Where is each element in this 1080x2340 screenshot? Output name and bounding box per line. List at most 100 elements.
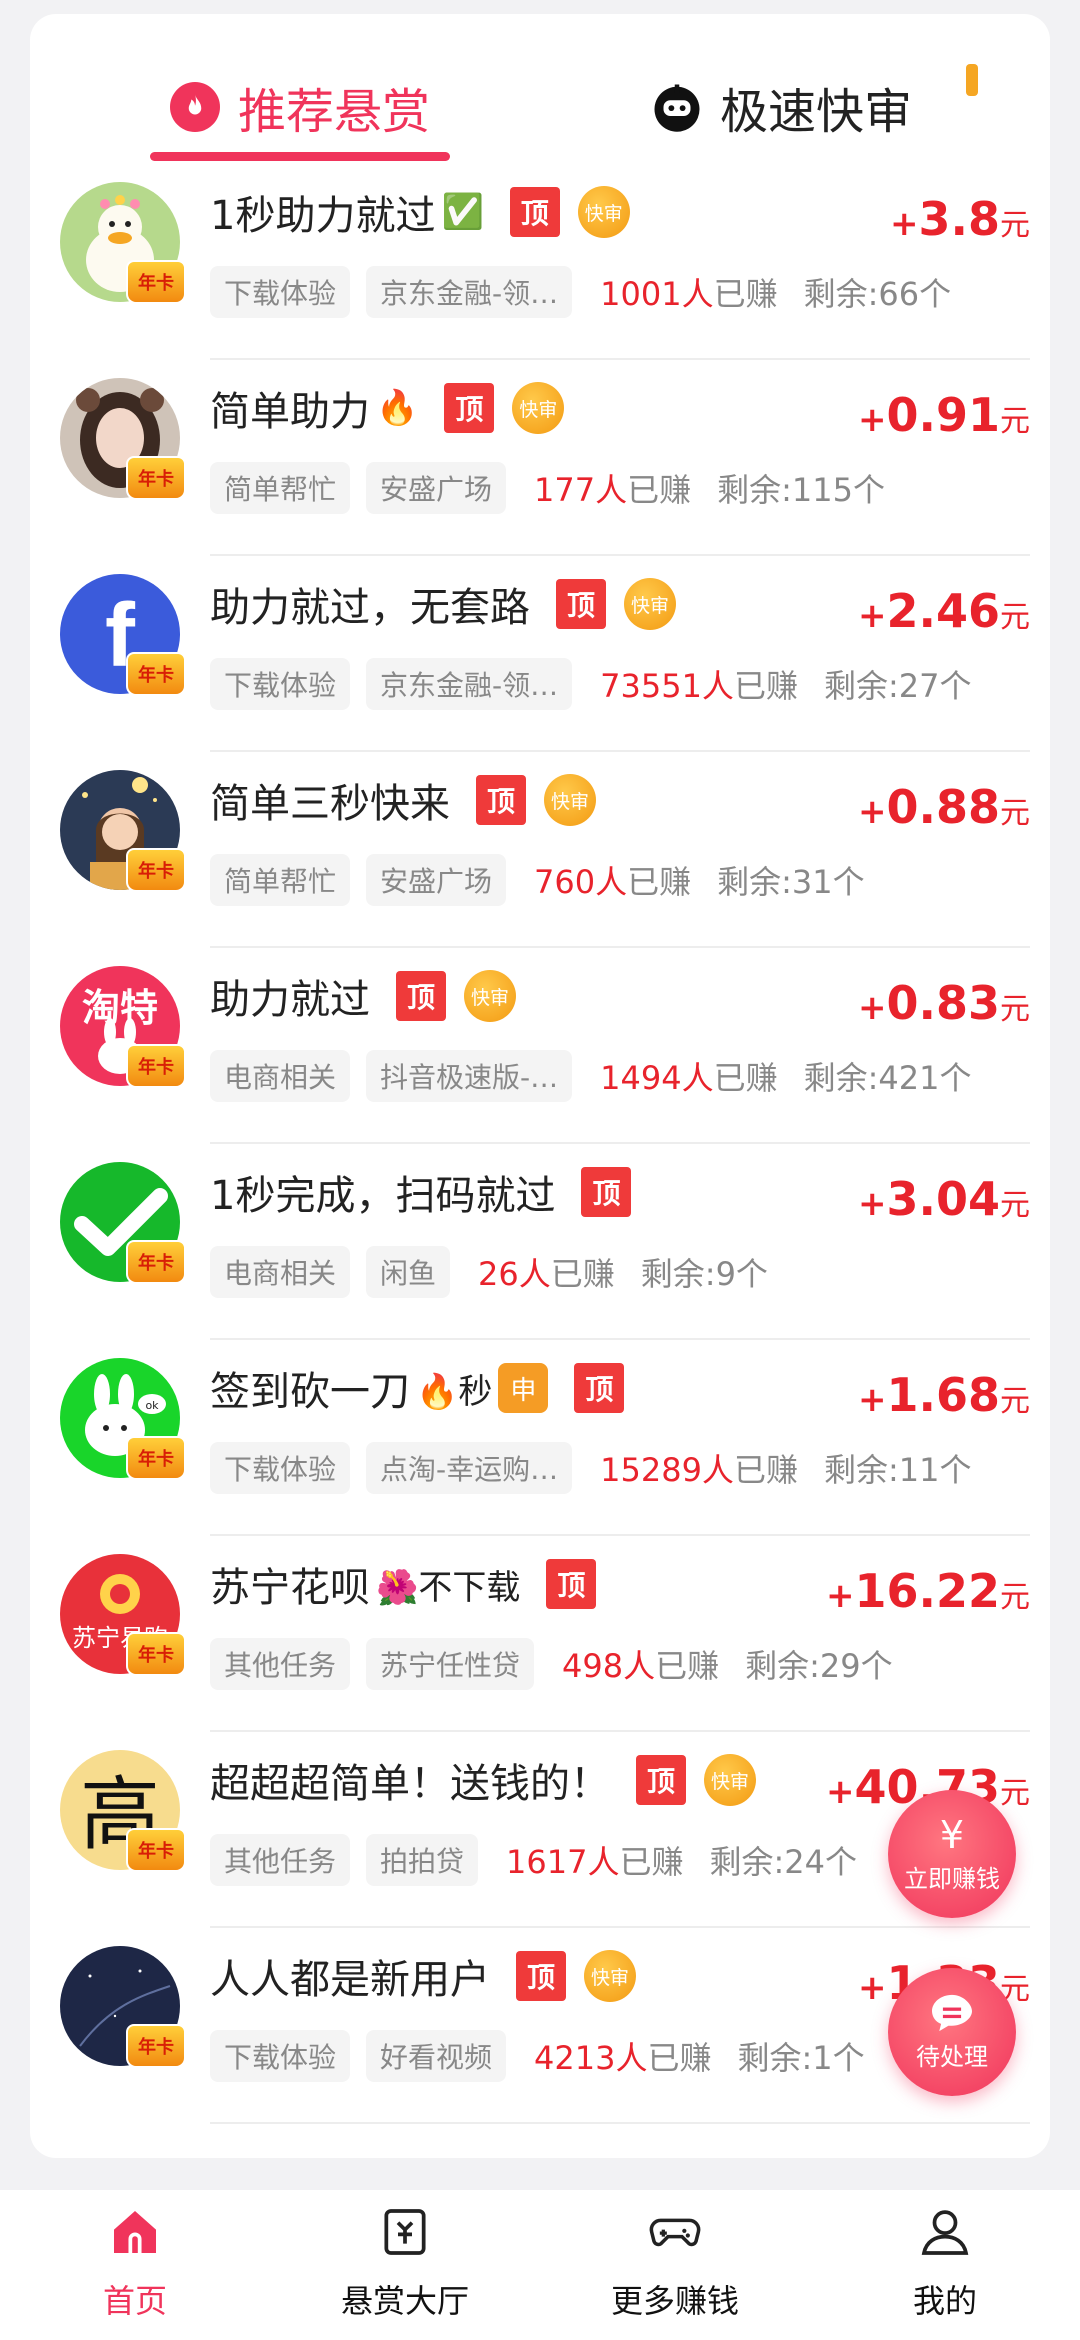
fast-review-badge: 快审 [704,1754,756,1806]
task-reward: +0.83元 [858,976,1030,1030]
reward-plus: + [858,400,887,440]
task-earned-suffix: 已赚 [627,863,692,901]
fast-review-badge: 快审 [464,970,516,1022]
nav-mine[interactable]: 我的 [845,2204,1045,2334]
task-earned-count: 177人 [534,471,628,509]
pending-label: 待处理 [916,2042,988,2071]
nav-more-earn[interactable]: 更多赚钱 [575,2204,775,2334]
task-row[interactable]: f 年卡 助力就过，无套路 顶快审 +2.46元 下载体验 京东金融-领… 73… [30,556,1050,752]
task-app-tag: 安盛广场 [366,854,507,906]
task-title: 苏宁花呗 🌺不下载 顶 [210,1554,597,1614]
reward-amount: 2.46 [886,584,1001,638]
task-category-tag: 其他任务 [210,1834,351,1886]
task-earned-count: 73551人 [600,667,734,705]
top-badge: 顶 [396,971,446,1021]
reward-amount: 3.04 [886,1172,1001,1226]
year-card-badge: 年卡 [126,260,186,304]
task-row[interactable]: 年卡 1秒完成，扫码就过 顶 +3.04元 电商相关 闲鱼 26人已赚 剩余:9… [30,1144,1050,1340]
fast-review-badge: 快审 [624,578,676,630]
task-row[interactable]: 淘特 年卡 助力就过 顶快审 +0.83元 电商相关 抖音极速版-… 1494人… [30,948,1050,1144]
fast-review-badge: 快审 [584,1950,636,2002]
tab-active-indicator [150,152,450,161]
year-card-badge: 年卡 [126,1632,186,1676]
task-remaining: 剩余:31个 [717,863,865,901]
task-reward: +3.8元 [890,192,1030,246]
task-reward: +16.22元 [826,1564,1030,1618]
year-card-badge: 年卡 [126,1436,186,1480]
task-title-text: 助力就过 [210,977,370,1023]
nav-reward-hall-label: 悬赏大厅 [340,2282,469,2320]
top-badge: 顶 [581,1167,632,1217]
task-earned-count: 1494人 [600,1059,714,1097]
task-earned-count: 15289人 [600,1451,734,1489]
task-earned-suffix: 已赚 [627,471,692,509]
task-app-tag: 苏宁任性贷 [366,1638,535,1690]
task-title-emoji: 🔥秒 [416,1371,493,1412]
year-card-badge: 年卡 [126,1044,186,1088]
nav-reward-hall[interactable]: 悬赏大厅 [305,2204,505,2334]
reward-plus: + [858,792,887,832]
reward-plus: + [858,1968,887,2008]
task-meta: 简单帮忙 安盛广场 177人已赚 剩余:115个 [210,460,1050,516]
task-earned-suffix: 已赚 [619,1843,684,1881]
reward-unit: 元 [1000,600,1030,635]
task-meta: 电商相关 抖音极速版-… 1494人已赚 剩余:421个 [210,1048,1050,1104]
task-row[interactable]: 年卡 1秒助力就过 ✅ 顶快审 +3.8元 下载体验 京东金融-领… 1001人… [30,164,1050,360]
top-badge: 顶 [476,775,526,825]
reward-amount: 3.8 [918,192,1001,246]
home-icon [114,2211,156,2253]
task-earned-count: 498人 [562,1647,656,1685]
task-earned-count: 1617人 [506,1843,620,1881]
task-row[interactable]: ok 年卡 签到砍一刀 🔥秒 申顶 +1.68元 下载体验 点淘-幸运购… 15… [30,1340,1050,1536]
robot-icon [654,84,700,132]
task-title-text: 1秒助力就过 [210,193,436,239]
pending-button[interactable]: 待处理 [888,1968,1016,2096]
task-earned-suffix: 已赚 [655,1647,720,1685]
task-reward: +3.04元 [858,1172,1030,1226]
task-app-tag: 闲鱼 [366,1246,451,1298]
task-category-tag: 下载体验 [210,1442,351,1494]
task-earned-suffix: 已赚 [713,275,778,313]
task-category-tag: 下载体验 [210,266,351,318]
task-remaining: 剩余:29个 [745,1647,893,1685]
yuan-icon: ¥ [939,1812,965,1857]
row-divider [210,2122,1030,2124]
task-title-text: 助力就过，无套路 [210,585,530,631]
earn-now-button[interactable]: ¥ 立即赚钱 [888,1790,1016,1918]
nav-mine-label: 我的 [912,2282,977,2320]
task-category-tag: 简单帮忙 [210,462,351,514]
task-earned: 1001人已赚 [600,269,777,315]
fast-review-badge: 快审 [577,186,630,238]
task-remaining: 剩余:1个 [737,2039,865,2077]
task-meta: 下载体验 点淘-幸运购… 15289人已赚 剩余:11个 [210,1440,1050,1496]
task-row[interactable]: 苏宁易购 年卡 苏宁花呗 🌺不下载 顶 +16.22元 其他任务 苏宁任性贷 4… [30,1536,1050,1732]
reward-unit: 元 [1000,208,1030,243]
task-title: 助力就过，无套路 顶快审 [210,574,676,634]
tab-fast-review[interactable]: 极速快审 [650,72,912,142]
task-earned-suffix: 已赚 [713,1059,778,1097]
task-earned: 15289人已赚 [600,1445,798,1491]
gamepad-icon [649,2218,701,2247]
task-earned-count: 4213人 [534,2039,648,2077]
task-row[interactable]: 年卡 简单助力 🔥 顶快审 +0.91元 简单帮忙 安盛广场 177人已赚 剩余… [30,360,1050,556]
task-remaining: 剩余:24个 [709,1843,858,1881]
tab-recommended[interactable]: 推荐悬赏 [170,72,430,142]
task-remaining: 剩余:115个 [717,471,886,509]
reward-plus: + [858,988,887,1028]
task-title: 超超超简单！送钱的！ 顶快审 [210,1750,756,1810]
task-earned: 498人已赚 [562,1641,719,1687]
nav-more-earn-label: 更多赚钱 [610,2282,739,2320]
reward-amount: 0.83 [886,976,1001,1030]
task-category-tag: 简单帮忙 [210,854,351,906]
task-title: 简单三秒快来 顶快审 [210,770,596,830]
task-category-tag: 其他任务 [210,1638,351,1690]
task-row[interactable]: 年卡 简单三秒快来 顶快审 +0.88元 简单帮忙 安盛广场 760人已赚 剩余… [30,752,1050,948]
task-meta: 下载体验 京东金融-领… 73551人已赚 剩余:27个 [210,656,1050,712]
task-title: 助力就过 顶快审 [210,966,516,1026]
task-title-text: 超超超简单！送钱的！ [210,1761,610,1807]
task-earned: 26人已赚 [478,1249,615,1295]
task-title-text: 1秒完成，扫码就过 [210,1173,556,1219]
task-title: 人人都是新用户 顶快审 [210,1946,636,2006]
nav-home[interactable]: 首页 [35,2204,235,2334]
reward-unit: 元 [1000,796,1030,831]
